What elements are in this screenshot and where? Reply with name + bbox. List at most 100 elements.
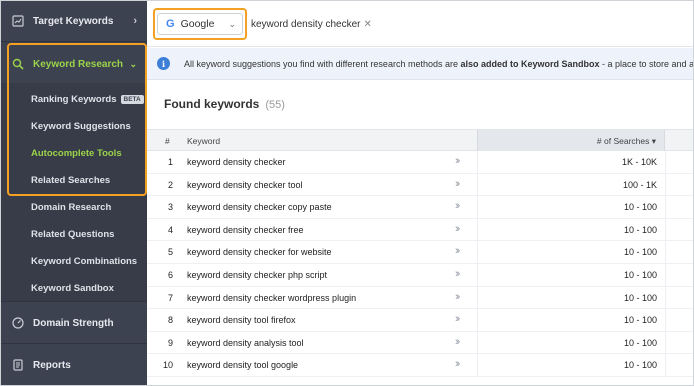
row-keyword: keyword density analysis tool	[187, 337, 304, 348]
highlight-box	[153, 8, 247, 40]
column-header-searches[interactable]: # of Searches ▾	[477, 130, 665, 151]
divider	[665, 263, 666, 286]
close-icon[interactable]: ✕	[364, 19, 372, 30]
table-body: 1 keyword density checker ›› 1K - 10K 2 keywo…	[147, 151, 693, 377]
expand-arrows-icon[interactable]: ››	[455, 358, 461, 370]
sidebar: Target Keywords › Keyword Research ⌄ Ran…	[1, 1, 147, 385]
row-searches: 10 - 100	[623, 337, 657, 348]
divider	[665, 173, 666, 196]
expand-arrows-icon[interactable]: ››	[455, 268, 461, 280]
row-number: 3	[167, 202, 173, 213]
found-keywords-count: (55)	[265, 99, 285, 111]
row-searches: 10 - 100	[623, 315, 657, 326]
row-searches: 100 - 1K	[622, 179, 657, 190]
main-panel: G Google ⌄ keyword density checker ✕ i A…	[147, 1, 694, 385]
sidebar-item-target-keywords[interactable]: Target Keywords ›	[1, 10, 147, 32]
row-number: 9	[167, 337, 173, 348]
expand-arrows-icon[interactable]: ››	[455, 155, 461, 167]
table-row[interactable]: 3 keyword density checker copy paste ›› 10 …	[147, 196, 693, 219]
highlight-box	[7, 43, 147, 196]
row-keyword: keyword density checker php script	[187, 269, 328, 280]
keywords-table: # Keyword # of Searches ▾ 1 keyword densi…	[147, 129, 693, 377]
app-window: Target Keywords › Keyword Research ⌄ Ran…	[0, 0, 694, 386]
table-row[interactable]: 9 keyword density analysis tool ›› 10 - 100	[147, 331, 693, 355]
info-icon: i	[157, 57, 170, 70]
divider	[665, 286, 666, 309]
sidebar-item-label: Keyword Sandbox	[31, 283, 114, 294]
column-header-keyword[interactable]: Keyword	[187, 136, 220, 146]
row-keyword: keyword density checker tool	[187, 179, 303, 190]
info-text: All keyword suggestions you find with di…	[184, 58, 694, 69]
expand-arrows-icon[interactable]: ››	[455, 245, 461, 257]
table-row[interactable]: 5 keyword density checker for website ›› 10…	[147, 241, 693, 264]
expand-arrows-icon[interactable]: ››	[455, 200, 461, 212]
sidebar-item-label: Domain Research	[31, 202, 112, 213]
row-searches: 10 - 100	[623, 247, 657, 258]
sidebar-item-reports[interactable]: Reports	[1, 354, 147, 376]
search-bar: G Google ⌄ keyword density checker ✕	[147, 1, 693, 47]
row-searches: 10 - 100	[623, 292, 657, 303]
keyword-tag[interactable]: keyword density checker ✕	[251, 16, 372, 32]
row-number: 2	[167, 179, 173, 190]
chevron-right-icon: ›	[133, 15, 137, 27]
expand-arrows-icon[interactable]: ››	[455, 336, 461, 348]
row-keyword: keyword density checker for website	[187, 247, 332, 258]
expand-arrows-icon[interactable]: ››	[455, 291, 461, 303]
expand-arrows-icon[interactable]: ››	[455, 178, 461, 190]
info-banner: i All keyword suggestions you find with …	[147, 48, 694, 80]
table-row[interactable]: 4 keyword density checker free ›› 10 - 100	[147, 218, 693, 242]
row-searches: 10 - 100	[623, 202, 657, 213]
divider	[1, 41, 147, 42]
sidebar-item-keyword-combinations[interactable]: Keyword Combinations	[31, 256, 137, 267]
divider	[665, 354, 666, 376]
row-number: 8	[167, 315, 173, 326]
info-text-part: All keyword suggestions you find with di…	[184, 58, 461, 69]
row-keyword: keyword density checker wordpress plugin	[187, 292, 357, 303]
sidebar-item-label: Reports	[33, 359, 71, 371]
report-icon	[11, 358, 25, 372]
sidebar-item-keyword-sandbox[interactable]: Keyword Sandbox	[31, 283, 114, 294]
expand-arrows-icon[interactable]: ››	[455, 223, 461, 235]
found-keywords-heading: Found keywords (55)	[164, 97, 285, 111]
target-keywords-icon	[11, 14, 25, 28]
column-header-number[interactable]: #	[165, 136, 170, 146]
found-keywords-title: Found keywords	[164, 97, 260, 111]
sidebar-item-domain-research[interactable]: Domain Research	[31, 202, 111, 213]
row-number: 10	[162, 360, 173, 371]
row-number: 5	[167, 247, 173, 258]
sidebar-item-label: Domain Strength	[33, 317, 114, 329]
row-number: 7	[167, 292, 173, 303]
column-header-label: # of Searches ▾	[596, 136, 656, 146]
sidebar-item-label: Target Keywords	[33, 15, 114, 27]
table-row[interactable]: 10 keyword density tool google ›› 10 - 100	[147, 354, 693, 377]
info-text-part: - a place to store and a	[599, 58, 694, 69]
sidebar-item-domain-strength[interactable]: Domain Strength	[1, 312, 147, 334]
info-text-bold: also added to Keyword Sandbox	[460, 58, 600, 69]
row-number: 4	[167, 224, 173, 235]
table-row[interactable]: 2 keyword density checker tool ›› 100 - 1K	[147, 173, 693, 197]
row-keyword: keyword density checker copy paste	[187, 202, 332, 213]
table-row[interactable]: 7 keyword density checker wordpress plugi…	[147, 286, 693, 310]
divider	[665, 151, 666, 173]
row-keyword: keyword density checker free	[187, 224, 304, 235]
row-keyword: keyword density tool firefox	[187, 315, 296, 326]
sidebar-item-label: Keyword Combinations	[31, 256, 138, 267]
divider	[665, 218, 666, 241]
row-searches: 10 - 100	[623, 269, 657, 280]
table-row[interactable]: 6 keyword density checker php script ›› 10 …	[147, 263, 693, 287]
row-keyword: keyword density checker	[187, 157, 286, 167]
table-row[interactable]: 1 keyword density checker ›› 1K - 10K	[147, 151, 693, 174]
table-header: # Keyword # of Searches ▾	[147, 129, 693, 151]
gauge-icon	[11, 316, 25, 330]
sidebar-item-related-questions[interactable]: Related Questions	[31, 229, 114, 240]
expand-arrows-icon[interactable]: ››	[455, 313, 461, 325]
divider	[665, 309, 666, 331]
row-number: 1	[167, 157, 173, 167]
divider	[665, 241, 666, 263]
row-searches: 10 - 100	[623, 360, 657, 371]
table-row[interactable]: 8 keyword density tool firefox ›› 10 - 100	[147, 309, 693, 332]
divider	[665, 196, 666, 218]
row-number: 6	[167, 269, 173, 280]
divider	[665, 331, 666, 354]
row-keyword: keyword density tool google	[187, 360, 299, 371]
